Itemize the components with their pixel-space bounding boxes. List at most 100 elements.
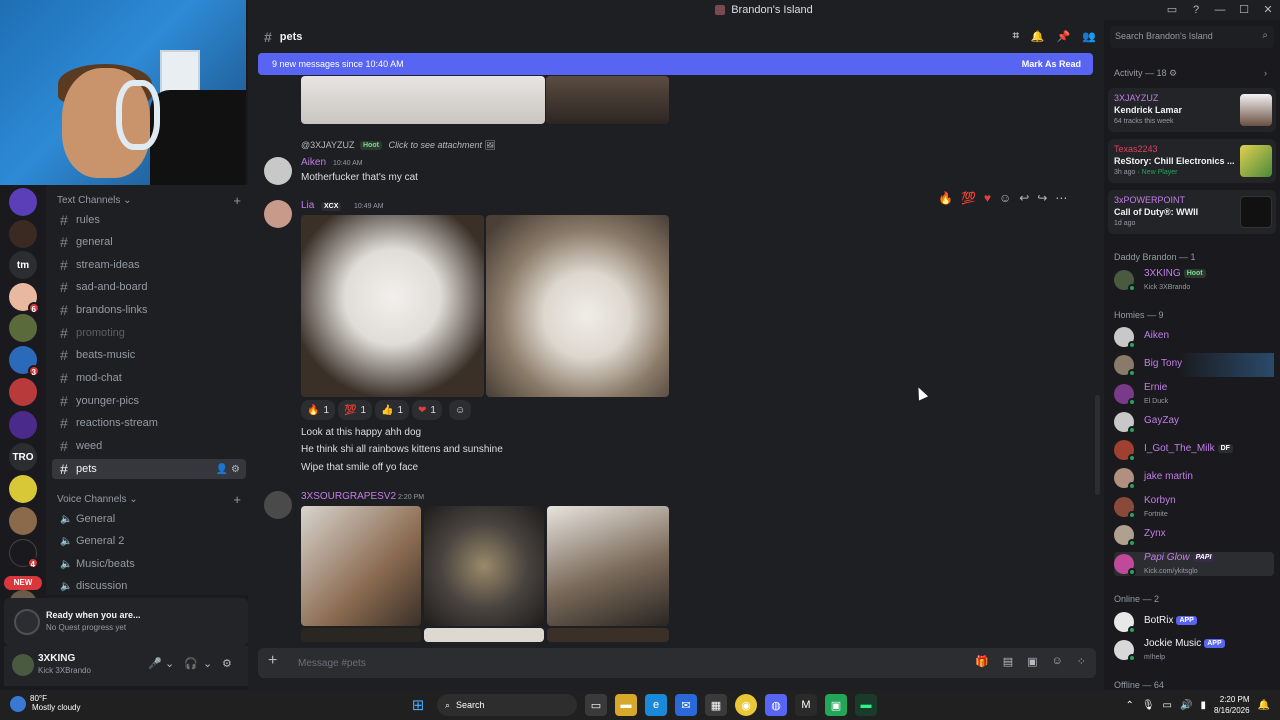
voice-channels-category[interactable]: Voice Channels ⌄ + xyxy=(57,492,241,507)
avatar[interactable] xyxy=(264,491,292,519)
server-icon-7[interactable] xyxy=(9,411,37,439)
heart-reaction-icon[interactable]: ♥ xyxy=(984,191,991,205)
settings-gear-icon[interactable]: ⚙ xyxy=(222,657,232,670)
file-explorer-icon[interactable]: ▬ xyxy=(615,694,637,716)
sticker-icon[interactable]: ▣ xyxy=(1027,655,1037,668)
member-item[interactable]: Jockie Music APP m!help xyxy=(1114,638,1274,662)
store-icon[interactable]: ▦ xyxy=(705,694,727,716)
attachment-image[interactable] xyxy=(301,76,545,124)
bell-icon[interactable]: 🔔 xyxy=(1031,30,1045,43)
avatar[interactable] xyxy=(264,157,292,185)
channel-general[interactable]: # general xyxy=(52,232,246,252)
pin-icon[interactable]: 📌 xyxy=(1057,30,1071,43)
server-icon-tm[interactable]: tm xyxy=(9,251,37,279)
reply-icon[interactable]: ↩ xyxy=(1019,191,1029,205)
member-item[interactable]: BotRix APP xyxy=(1114,610,1274,634)
discord-icon[interactable]: ◍ xyxy=(765,694,787,716)
windows-start-icon[interactable]: ⊞ xyxy=(407,694,429,716)
mail-icon[interactable]: ✉ xyxy=(675,694,697,716)
epic-icon[interactable]: M xyxy=(795,694,817,716)
fire-reaction-icon[interactable]: 🔥 xyxy=(938,191,953,205)
invite-and-settings-icons[interactable]: 👤 ⚙ xyxy=(216,464,240,475)
chevron-down-icon[interactable]: ⌄ xyxy=(203,657,212,670)
gif-icon[interactable]: ▤ xyxy=(1003,655,1013,668)
member-item[interactable]: jake martin xyxy=(1114,466,1274,490)
server-icon-3[interactable]: 6 xyxy=(9,283,40,314)
member-item[interactable]: Zynx xyxy=(1114,523,1274,547)
minimize-button[interactable]: — xyxy=(1208,0,1232,20)
server-icon-6[interactable] xyxy=(9,378,37,406)
dog-photo-1[interactable] xyxy=(301,215,484,397)
member-item[interactable]: Aiken xyxy=(1114,325,1274,349)
clock[interactable]: 2:20 PM 8/16/2026 xyxy=(1214,694,1250,716)
activity-header[interactable]: Activity — 18 ⚙ › xyxy=(1114,68,1267,79)
weather-widget[interactable]: 80°F Mostly cloudy xyxy=(10,694,80,712)
cat-photo-1[interactable] xyxy=(301,506,421,626)
terminal-icon[interactable]: ▬ xyxy=(855,694,877,716)
battery-icon[interactable]: ▮ xyxy=(1200,700,1206,711)
notification-icon[interactable]: 🔔 xyxy=(1258,700,1270,711)
voice-channel-general-2[interactable]: 🔈 General 2 xyxy=(52,531,246,551)
message-author[interactable]: Aiken xyxy=(301,157,326,168)
add-reaction-button[interactable]: ☺ xyxy=(449,400,472,420)
dog-photo-2[interactable] xyxy=(486,215,669,397)
add-reaction-icon[interactable]: ☺ xyxy=(999,191,1011,205)
activity-card[interactable]: Texas2243 ReStory: Chill Electronics ...… xyxy=(1108,139,1276,183)
member-item[interactable]: 3XKING Hoot Kick 3XBrando xyxy=(1114,268,1274,292)
search-input[interactable]: Search Brandon's Island ⌕ xyxy=(1110,26,1274,48)
chevron-down-icon[interactable]: ⌄ xyxy=(165,657,174,670)
channel-mod-chat[interactable]: # mod-chat xyxy=(52,368,246,388)
channel-weed[interactable]: # weed xyxy=(52,436,246,456)
mic-tray-icon[interactable]: 🎙 xyxy=(1142,700,1155,711)
network-icon[interactable]: ▭ xyxy=(1163,700,1172,711)
avatar[interactable] xyxy=(12,654,34,676)
reaction-heart[interactable]: ❤ 1 xyxy=(412,400,442,420)
chrome-icon[interactable]: ◉ xyxy=(735,694,757,716)
new-messages-bar[interactable]: 9 new messages since 10:40 AM Mark As Re… xyxy=(258,53,1093,75)
reply-preview[interactable]: @3XJAYZUZ Hoot Click to see attachment 🖼 xyxy=(301,140,496,151)
server-icon-5[interactable]: 3 xyxy=(9,346,40,377)
reaction-thumbs-up[interactable]: 👍 1 xyxy=(375,400,410,420)
server-icon-10[interactable]: 4 xyxy=(9,539,39,569)
cat-photo-6[interactable] xyxy=(547,628,669,642)
voice-channel-general[interactable]: 🔈 General xyxy=(52,509,246,529)
member-item[interactable]: Korbyn Fortnite xyxy=(1114,495,1274,519)
headphones-icon[interactable]: 🎧 xyxy=(184,657,198,670)
app-icon[interactable]: ▣ xyxy=(825,694,847,716)
mark-as-read-button[interactable]: Mark As Read xyxy=(1022,59,1081,69)
cat-photo-2[interactable] xyxy=(424,506,544,626)
server-icon-tro[interactable]: TRO xyxy=(9,443,37,471)
microphone-icon[interactable]: 🎤 xyxy=(148,657,162,670)
channel-brandons-links[interactable]: # brandons-links xyxy=(52,300,246,320)
volume-icon[interactable]: 🔊 xyxy=(1180,700,1192,711)
close-button[interactable]: ✕ xyxy=(1256,0,1280,20)
server-icon-4[interactable] xyxy=(9,314,37,342)
channel-younger-pics[interactable]: # younger-pics xyxy=(52,391,246,411)
chevron-right-icon[interactable]: › xyxy=(1264,68,1267,78)
voice-channel-music-beats[interactable]: 🔈 Music/beats xyxy=(52,554,246,574)
cat-photo-3[interactable] xyxy=(547,506,669,626)
cat-photo-5[interactable] xyxy=(424,628,544,642)
tray-overflow-icon[interactable]: ⌃ xyxy=(1125,700,1133,711)
channel-reactions-stream[interactable]: # reactions-stream xyxy=(52,413,246,433)
message-author[interactable]: 3XSOURGRAPESV2 xyxy=(301,491,396,502)
server-icon-9[interactable] xyxy=(9,507,37,535)
activity-card[interactable]: 3xPOWERPOINT Call of Duty®: WWII 1d ago xyxy=(1108,190,1276,234)
quest-panel[interactable]: Ready when you are... No Quest progress … xyxy=(4,598,248,646)
maximize-button[interactable]: ☐ xyxy=(1232,0,1256,20)
voice-channel-discussion[interactable]: 🔈 discussion xyxy=(52,576,246,595)
forward-icon[interactable]: ↪ xyxy=(1037,191,1047,205)
scrollbar[interactable] xyxy=(1095,395,1100,495)
member-item[interactable]: GayZay xyxy=(1114,410,1274,434)
threads-icon[interactable]: ⌗ xyxy=(1013,30,1019,43)
server-icon-8[interactable] xyxy=(9,475,37,503)
member-item[interactable]: Big Tony xyxy=(1114,353,1274,377)
server-icon-1[interactable] xyxy=(9,188,37,216)
channel-pets[interactable]: # pets 👤 ⚙ xyxy=(52,459,246,479)
emoji-icon[interactable]: ☺ xyxy=(1052,655,1063,668)
gift-icon[interactable]: 🎁 xyxy=(975,655,989,668)
task-view-icon[interactable]: ▭ xyxy=(585,694,607,716)
taskbar-search[interactable]: ⌕ Search xyxy=(437,694,577,716)
add-attachment-icon[interactable]: + xyxy=(268,652,277,670)
message-author[interactable]: Lia xyxy=(301,200,314,211)
